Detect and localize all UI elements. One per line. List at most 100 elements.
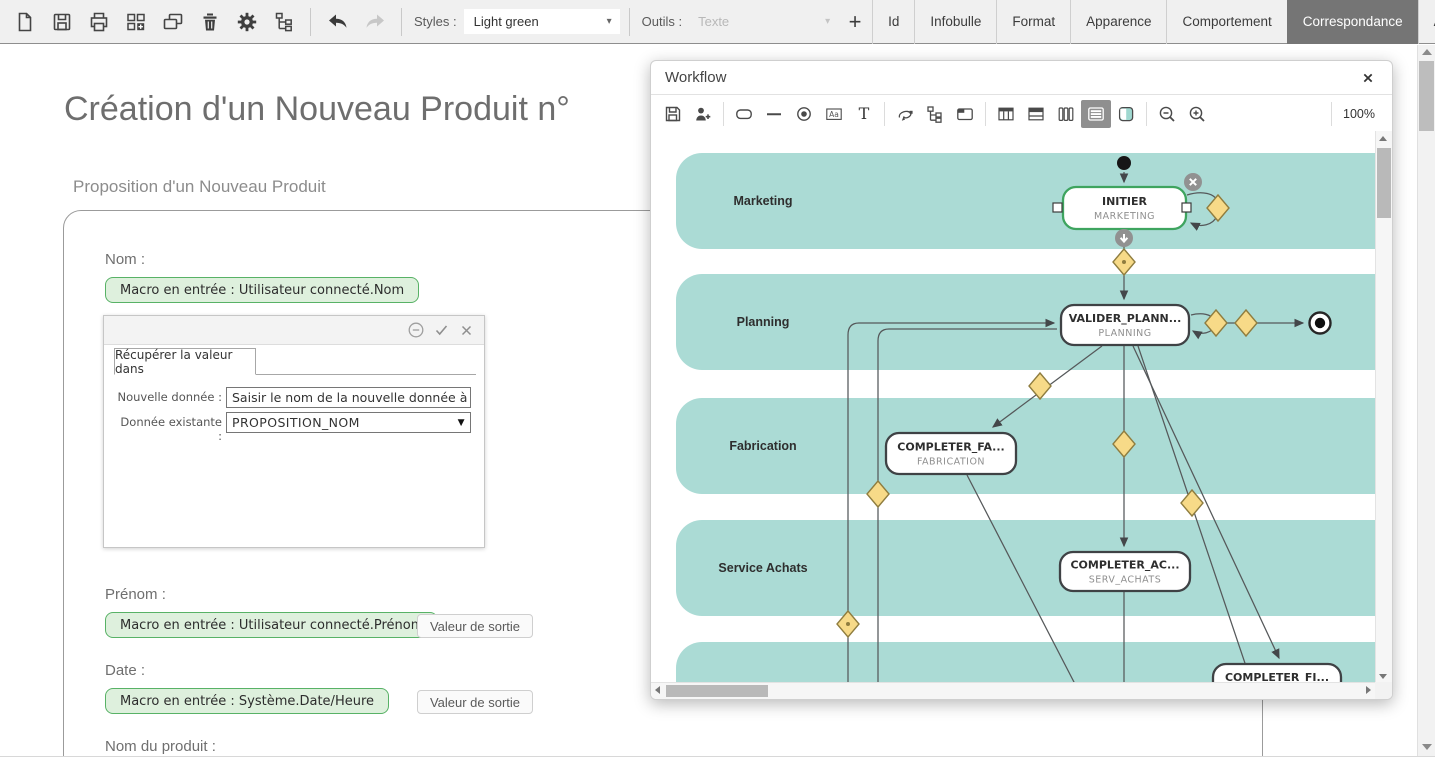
redo-icon [362,10,388,34]
selection-handle[interactable] [1182,203,1191,212]
selection-handle[interactable] [1053,203,1062,212]
outils-dropdown[interactable]: Texte ▾ [688,8,838,35]
swimlane-label: Marketing [733,194,792,208]
date-output-button[interactable]: Valeur de sortie [417,690,533,714]
wf-label-tool-button[interactable]: Aa [819,100,849,128]
prenom-output-button[interactable]: Valeur de sortie [417,614,533,638]
workflow-node[interactable]: VALIDER_PLANN...PLANNING [1061,305,1189,345]
delete-button[interactable] [191,0,228,44]
tab-infobulle[interactable]: Infobulle [914,0,996,44]
scrollbar-thumb[interactable] [666,685,768,697]
close-popup-button[interactable] [458,322,474,338]
tab-id[interactable]: Id [872,0,914,44]
node-down-badge[interactable] [1115,229,1133,247]
scroll-right-arrow[interactable] [1366,686,1371,694]
nom-macro-badge[interactable]: Macro en entrée : Utilisateur connecté.N… [105,277,419,303]
settings-button[interactable] [228,0,265,44]
workflow-connector[interactable] [878,329,1057,684]
node-delete-badge[interactable] [1184,173,1202,191]
wf-theme-button[interactable] [1111,100,1141,128]
swimlane[interactable]: Marketing [676,153,1377,249]
wf-vertical-lanes-button[interactable] [1051,100,1081,128]
workflow-connector[interactable] [1138,346,1252,684]
swimlane[interactable]: Planning [676,274,1377,370]
wf-line-tool-button[interactable] [759,100,789,128]
node-label: VALIDER_PLANN... [1069,312,1182,325]
tab-aspnet[interactable]: ASP.NET [1418,0,1435,44]
collapse-button[interactable] [408,322,424,338]
page-vertical-scrollbar[interactable] [1417,45,1435,756]
hierarchy-button[interactable] [265,0,302,44]
node-sublabel: MARKETING [1094,211,1155,222]
tab-apparence[interactable]: Apparence [1070,0,1166,44]
prenom-macro-badge[interactable]: Macro en entrée : Utilisateur connecté.P… [105,612,438,638]
end-node[interactable] [1310,313,1331,334]
scrollbar-thumb[interactable] [1419,61,1434,131]
workflow-close-button[interactable] [1358,68,1378,88]
wf-end-node-tool-button[interactable] [789,100,819,128]
save-button[interactable] [43,0,80,44]
wf-text-tool-button[interactable]: T [849,100,879,128]
node-label: COMPLETER_FA... [897,441,1004,454]
workflow-panel-header[interactable]: Workflow [651,61,1392,95]
tab-format[interactable]: Format [996,0,1070,44]
swimlane-label: Service Achats [718,561,807,575]
add-tool-button[interactable]: + [838,0,872,44]
scroll-down-arrow[interactable] [1379,674,1387,679]
wf-zoom-in-button[interactable] [1182,100,1212,128]
styles-dropdown[interactable]: Light green ▾ [463,8,621,35]
wf-link-tool-button[interactable] [890,100,920,128]
tab-correspondance[interactable]: Correspondance [1287,0,1418,44]
toolbar-separator [723,102,724,126]
wf-table-columns-button[interactable] [991,100,1021,128]
label-box-icon: Aa [824,104,844,124]
new-data-input[interactable]: Saisir le nom de la nouvelle donnée à cr… [226,387,471,408]
wf-save-button[interactable] [658,100,688,128]
wf-horizontal-lanes-button[interactable] [1081,100,1111,128]
workflow-node[interactable]: COMPLETER_AC...SERV_ACHATS [1060,552,1190,591]
confirm-button[interactable] [433,322,449,338]
add-element-button[interactable] [117,0,154,44]
duplicate-button[interactable] [154,0,191,44]
existing-data-label: Donnée existante : [117,415,222,443]
page-bottom-border [0,756,1435,764]
add-element-icon [124,10,148,34]
scroll-up-arrow[interactable] [1422,49,1432,55]
wf-hierarchy-button[interactable] [920,100,950,128]
workflow-node[interactable]: COMPLETER_FA...FABRICATION [886,433,1016,474]
redo-button[interactable] [356,0,393,44]
scroll-down-arrow[interactable] [1422,744,1432,750]
workflow-vertical-scrollbar[interactable] [1375,131,1392,684]
workflow-horizontal-scrollbar[interactable] [651,682,1375,699]
tab-recuperer-valeur[interactable]: Récupérer la valeur dans [114,348,256,375]
print-button[interactable] [80,0,117,44]
toolbar-separator [884,102,885,126]
condition-diamond-icon[interactable] [1029,373,1051,399]
undo-button[interactable] [319,0,356,44]
scrollbar-corner [1375,682,1392,699]
wf-zoom-out-button[interactable] [1152,100,1182,128]
date-macro-badge[interactable]: Macro en entrée : Système.Date/Heure [105,688,389,714]
workflow-canvas[interactable]: Marketing Planning Fabrication Service Acha… [651,131,1377,684]
wf-add-actor-button[interactable] [688,100,718,128]
scrollbar-thumb[interactable] [1377,148,1391,218]
wf-table-rows-button[interactable] [1021,100,1051,128]
theme-color-icon [1116,104,1136,124]
tab-comportement[interactable]: Comportement [1166,0,1286,44]
workflow-node[interactable]: INITIERMARKETING [1063,187,1186,229]
zoom-in-icon [1187,104,1207,124]
wf-lane-title-button[interactable] [950,100,980,128]
existing-data-select[interactable]: PROPOSITION_NOM ▼ [226,412,471,433]
print-icon [87,10,111,34]
swimlane[interactable]: Fabrication [676,398,1377,494]
scroll-left-arrow[interactable] [655,686,660,694]
workflow-node[interactable]: COMPLETER_FI... [1213,664,1341,684]
toolbar-separator [985,102,986,126]
node-label: COMPLETER_AC... [1070,559,1179,572]
new-document-button[interactable] [6,0,43,44]
condition-diamond-icon[interactable] [1113,249,1135,275]
wf-action-tool-button[interactable] [729,100,759,128]
swimlane[interactable]: Service Achats [676,520,1377,616]
start-node[interactable] [1117,156,1131,170]
scroll-up-arrow[interactable] [1379,136,1387,141]
